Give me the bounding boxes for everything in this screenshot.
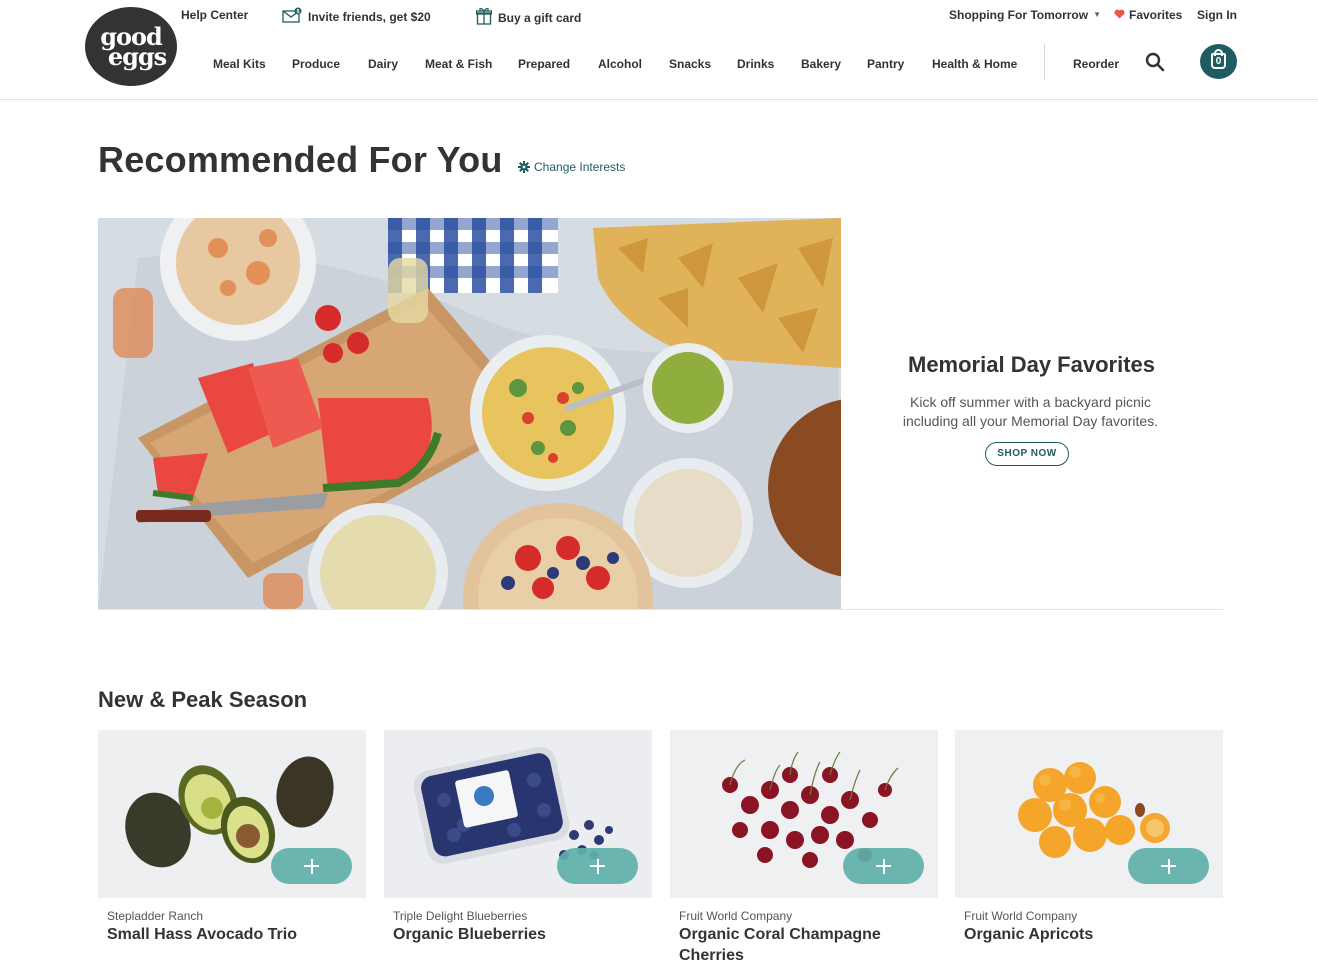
cart-button[interactable]: 0 bbox=[1200, 44, 1237, 79]
caret-down-icon: ▼ bbox=[1093, 10, 1102, 19]
product-vendor[interactable]: Fruit World Company bbox=[964, 909, 1077, 923]
envelope-icon: $ bbox=[282, 7, 302, 27]
good-eggs-logo[interactable]: good eggs bbox=[85, 7, 177, 86]
product-name[interactable]: Organic Coral Champagne Cherries bbox=[679, 924, 929, 966]
nav-dairy[interactable]: Dairy bbox=[368, 56, 398, 72]
nav-snacks[interactable]: Snacks bbox=[669, 56, 711, 72]
add-to-cart-button[interactable] bbox=[843, 848, 924, 884]
invite-friends-link[interactable]: $ Invite friends, get $20 bbox=[282, 7, 431, 27]
reorder-link[interactable]: Reorder bbox=[1073, 56, 1119, 72]
product-card[interactable]: Fruit World Company Organic Coral Champa… bbox=[670, 730, 938, 971]
invite-friends-label: Invite friends, get $20 bbox=[308, 10, 431, 24]
hero-title: Memorial Day Favorites bbox=[908, 352, 1155, 377]
nav-drinks[interactable]: Drinks bbox=[737, 56, 774, 72]
section-title: New & Peak Season bbox=[98, 687, 308, 712]
svg-text:$: $ bbox=[297, 9, 300, 15]
hero-banner: Memorial Day Favorites Kick off summer w… bbox=[98, 218, 1223, 610]
heart-icon bbox=[1114, 7, 1125, 23]
nav-meat-fish[interactable]: Meat & Fish bbox=[425, 56, 492, 72]
product-card[interactable]: Fruit World Company Organic Apricots bbox=[955, 730, 1223, 971]
product-card[interactable]: Stepladder Ranch Small Hass Avocado Trio bbox=[98, 730, 366, 971]
help-center-link[interactable]: Help Center bbox=[181, 7, 248, 23]
shopping-day-selector[interactable]: Shopping For Tomorrow ▼ bbox=[949, 7, 1101, 23]
search-icon[interactable] bbox=[1145, 52, 1165, 72]
gift-card-link[interactable]: Buy a gift card bbox=[475, 7, 582, 29]
product-name[interactable]: Organic Apricots bbox=[964, 924, 1214, 945]
nav-pantry[interactable]: Pantry bbox=[867, 56, 904, 72]
favorites-link[interactable]: Favorites bbox=[1114, 7, 1182, 23]
site-header: good eggs Help Center $ Invite friends, … bbox=[0, 0, 1318, 100]
change-interests-link[interactable]: Change Interests bbox=[518, 160, 625, 174]
gift-card-label: Buy a gift card bbox=[498, 11, 582, 25]
product-name[interactable]: Small Hass Avocado Trio bbox=[107, 924, 357, 945]
add-to-cart-button[interactable] bbox=[557, 848, 638, 884]
cherries-product-image[interactable] bbox=[670, 730, 938, 898]
help-center-label: Help Center bbox=[181, 8, 249, 22]
avocado-product-image[interactable] bbox=[98, 730, 366, 898]
apricots-product-image[interactable] bbox=[955, 730, 1223, 898]
nav-meal-kits[interactable]: Meal Kits bbox=[213, 56, 266, 72]
nav-divider bbox=[1044, 44, 1045, 80]
product-card[interactable]: Triple Delight Blueberries Organic Blueb… bbox=[384, 730, 652, 971]
nav-alcohol[interactable]: Alcohol bbox=[598, 56, 642, 72]
shop-now-button[interactable]: SHOP NOW bbox=[985, 442, 1069, 466]
sign-in-label: Sign In bbox=[1197, 8, 1237, 22]
add-to-cart-button[interactable] bbox=[1128, 848, 1209, 884]
nav-health-home[interactable]: Health & Home bbox=[932, 56, 1017, 72]
gear-icon bbox=[518, 161, 530, 173]
favorites-label: Favorites bbox=[1129, 8, 1183, 22]
nav-produce[interactable]: Produce bbox=[292, 56, 340, 72]
nav-bakery[interactable]: Bakery bbox=[801, 56, 841, 72]
shopping-day-label: Shopping For Tomorrow bbox=[949, 8, 1089, 22]
sign-in-link[interactable]: Sign In bbox=[1197, 7, 1237, 23]
add-to-cart-button[interactable] bbox=[271, 848, 352, 884]
page-title: Recommended For You bbox=[98, 139, 503, 180]
picnic-spread-image[interactable] bbox=[98, 218, 841, 609]
product-vendor[interactable]: Triple Delight Blueberries bbox=[393, 909, 527, 923]
product-vendor[interactable]: Fruit World Company bbox=[679, 909, 792, 923]
nav-prepared[interactable]: Prepared bbox=[518, 56, 570, 72]
logo-line-2: eggs bbox=[107, 42, 167, 71]
gift-icon bbox=[475, 7, 493, 29]
product-name[interactable]: Organic Blueberries bbox=[393, 924, 643, 945]
change-interests-label: Change Interests bbox=[534, 160, 626, 174]
hero-description: Kick off summer with a backyard picnic i… bbox=[902, 394, 1159, 429]
blueberries-product-image[interactable] bbox=[384, 730, 652, 898]
cart-count: 0 bbox=[1215, 56, 1222, 67]
product-vendor[interactable]: Stepladder Ranch bbox=[107, 909, 203, 923]
